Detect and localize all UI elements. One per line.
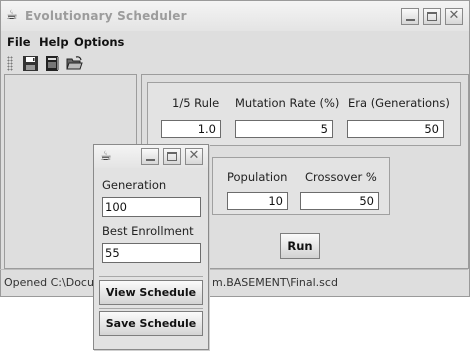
save-icon[interactable] <box>22 55 39 72</box>
era-field[interactable]: 50 <box>347 120 444 138</box>
best-enrollment-field[interactable]: 55 <box>102 243 201 263</box>
generation-label: Generation <box>102 178 167 192</box>
minimize-button[interactable] <box>401 8 419 25</box>
menu-help[interactable]: Help <box>39 35 69 49</box>
minimize-icon <box>406 19 415 21</box>
open-folder-icon[interactable] <box>66 55 83 72</box>
popup-close-button[interactable]: ✕ <box>185 148 203 165</box>
maximize-button[interactable] <box>423 8 441 25</box>
run-button[interactable]: Run <box>280 233 320 259</box>
mutation-rate-label: Mutation Rate (%) <box>235 96 340 110</box>
settings-group-1: 1/5 Rule Mutation Rate (%) Era (Generati… <box>147 82 461 146</box>
popup-title-bar[interactable]: ☕ ✕ <box>94 145 208 168</box>
generation-field[interactable]: 100 <box>102 197 201 217</box>
one-fifth-rule-label: 1/5 Rule <box>172 96 220 110</box>
status-text: Opened C:\Docu <box>4 276 94 289</box>
window-title: Evolutionary Scheduler <box>25 9 187 23</box>
background-area <box>0 297 474 353</box>
menu-options[interactable]: Options <box>74 35 124 49</box>
settings-group-2: Population Crossover % 10 50 <box>212 157 390 215</box>
one-fifth-rule-field[interactable]: 1.0 <box>161 120 221 138</box>
save-schedule-button[interactable]: Save Schedule <box>99 311 203 336</box>
crossover-label: Crossover % <box>305 170 377 184</box>
close-button[interactable]: ✕ <box>445 8 463 25</box>
status-text-tail: m.BASEMENT\Final.scd <box>212 276 338 289</box>
title-bar[interactable]: ☕ Evolutionary Scheduler ✕ <box>1 1 469 31</box>
population-field[interactable]: 10 <box>227 192 288 210</box>
java-cup-icon: ☕ <box>100 149 112 164</box>
close-icon: ✕ <box>188 148 200 163</box>
minimize-icon <box>146 159 155 161</box>
popup-minimize-button[interactable] <box>141 148 159 165</box>
toolbar-grip[interactable] <box>7 56 13 71</box>
mutation-rate-field[interactable]: 5 <box>235 120 333 138</box>
toolbar <box>1 53 469 75</box>
maximize-icon <box>427 12 437 21</box>
progress-popup-window: ☕ ✕ Generation 100 Best Enrollment 55 Vi… <box>93 144 209 350</box>
menu-bar: File Help Options <box>1 32 469 52</box>
java-cup-icon: ☕ <box>6 8 18 23</box>
status-bar: Opened C:\Docu m.BASEMENT\Final.scd <box>0 269 468 295</box>
popup-maximize-button[interactable] <box>163 148 181 165</box>
crossover-field[interactable]: 50 <box>300 192 379 210</box>
best-enrollment-label: Best Enrollment <box>102 224 194 238</box>
menu-file[interactable]: File <box>7 35 31 49</box>
population-label: Population <box>227 170 288 184</box>
book-icon[interactable] <box>44 55 61 72</box>
maximize-icon <box>167 152 177 161</box>
main-window: ☕ Evolutionary Scheduler ✕ File Help Opt… <box>0 0 470 297</box>
view-schedule-button[interactable]: View Schedule <box>99 280 203 305</box>
close-icon: ✕ <box>448 8 460 23</box>
separator <box>99 276 203 277</box>
separator <box>99 308 203 309</box>
era-label: Era (Generations) <box>348 96 450 110</box>
